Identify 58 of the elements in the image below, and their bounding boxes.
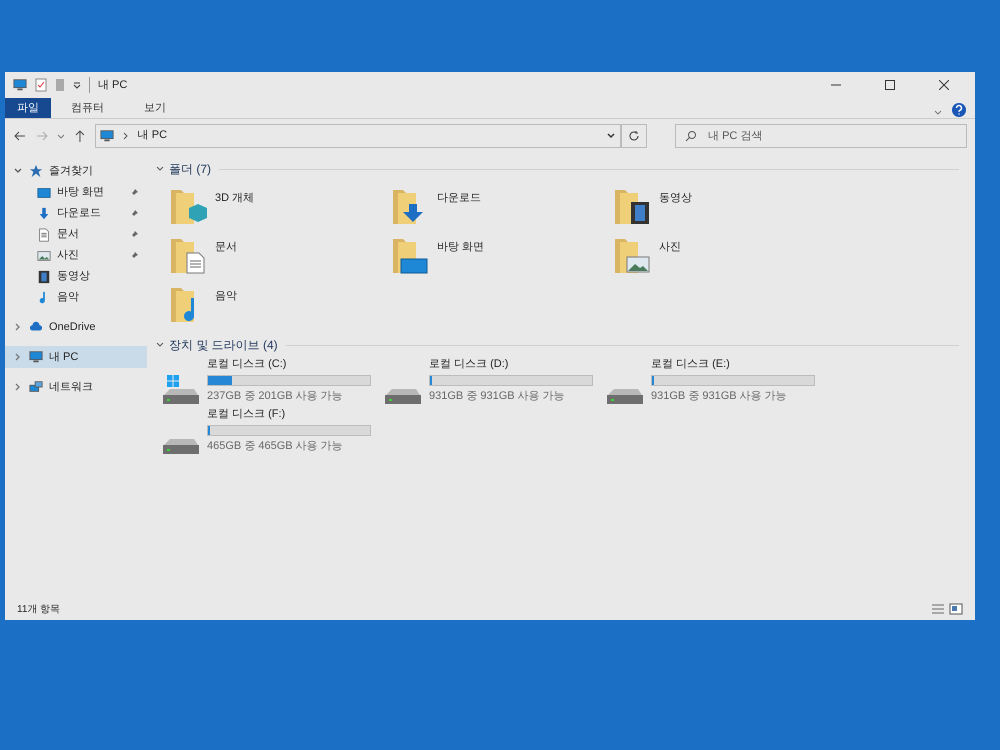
folder-item[interactable]: 사진 bbox=[611, 235, 833, 275]
close-icon bbox=[939, 80, 949, 90]
up-arrow-icon[interactable] bbox=[72, 128, 87, 142]
window-title: 내 PC bbox=[89, 76, 128, 94]
address-path: 내 PC bbox=[138, 128, 168, 144]
computer-icon bbox=[100, 128, 114, 142]
nav-item[interactable]: 문서 bbox=[5, 224, 147, 245]
group-header: 폴더 (7) bbox=[169, 161, 211, 178]
star-icon bbox=[29, 164, 43, 178]
properties-icon[interactable] bbox=[35, 78, 47, 92]
address-bar[interactable]: 내 PC bbox=[94, 124, 622, 148]
chevron-right-icon bbox=[122, 132, 130, 140]
dropdown-icon[interactable] bbox=[73, 81, 81, 89]
nav-item[interactable]: 네트워크 bbox=[5, 376, 147, 398]
drive-item[interactable]: 로컬 디스크 (F:) 465GB 중 465GB 사용 가능 bbox=[163, 408, 385, 454]
picture-icon bbox=[37, 248, 51, 262]
folder-item[interactable]: 동영상 bbox=[611, 186, 833, 226]
nav-item[interactable]: 다운로드 bbox=[5, 203, 147, 224]
folder-item[interactable]: 음악 bbox=[167, 284, 389, 324]
search-icon bbox=[685, 130, 698, 142]
monitor-icon bbox=[37, 186, 51, 200]
hard-drive-icon bbox=[163, 389, 199, 404]
folder-item[interactable]: 3D 개체 bbox=[167, 186, 389, 226]
nav-item[interactable]: 음악 bbox=[5, 287, 147, 308]
nav-item[interactable]: 바탕 화면 bbox=[5, 182, 147, 203]
computer-icon bbox=[13, 78, 27, 92]
search-field[interactable]: 내 PC 검색 bbox=[675, 124, 968, 148]
maximize-icon bbox=[885, 80, 895, 90]
ribbon-tab[interactable]: 파일 bbox=[5, 98, 51, 118]
folder-item[interactable]: 바탕 화면 bbox=[389, 235, 611, 275]
drive-item[interactable]: 로컬 디스크 (C:) 237GB 중 201GB 사용 가능 bbox=[163, 358, 385, 404]
item-count: 11개 항목 bbox=[17, 602, 60, 616]
nav-item[interactable]: OneDrive bbox=[5, 316, 147, 338]
help-icon[interactable] bbox=[951, 102, 967, 118]
nav-item[interactable]: 사진 bbox=[5, 245, 147, 266]
hard-drive-icon bbox=[163, 439, 199, 454]
tiles-view-icon[interactable] bbox=[949, 603, 963, 615]
film-icon bbox=[37, 270, 51, 284]
network-icon bbox=[29, 380, 43, 394]
details-view-icon[interactable] bbox=[931, 603, 945, 615]
ribbon-tab[interactable]: 컴퓨터 bbox=[51, 98, 124, 118]
computer-icon bbox=[29, 350, 43, 364]
nav-item[interactable]: 즐겨찾기 bbox=[5, 160, 147, 182]
hard-drive-icon bbox=[607, 389, 643, 404]
nav-item[interactable]: 동영상 bbox=[5, 266, 147, 287]
folder-item[interactable]: 다운로드 bbox=[389, 186, 611, 226]
folder-item[interactable]: 문서 bbox=[167, 235, 389, 275]
nav-item[interactable]: 내 PC bbox=[5, 346, 147, 368]
group-header: 장치 및 드라이브 (4) bbox=[169, 337, 278, 354]
drive-item[interactable]: 로컬 디스크 (E:) 931GB 중 931GB 사용 가능 bbox=[607, 358, 829, 404]
download-icon bbox=[37, 206, 51, 220]
chevron-down-icon[interactable] bbox=[606, 130, 616, 140]
refresh-button[interactable] bbox=[621, 124, 648, 148]
drive-item[interactable]: 로컬 디스크 (D:) 931GB 중 931GB 사용 가능 bbox=[385, 358, 607, 404]
ribbon-tab[interactable]: 보기 bbox=[124, 98, 186, 118]
refresh-icon bbox=[628, 130, 640, 142]
document-icon bbox=[37, 228, 51, 242]
hard-drive-icon bbox=[385, 389, 421, 404]
